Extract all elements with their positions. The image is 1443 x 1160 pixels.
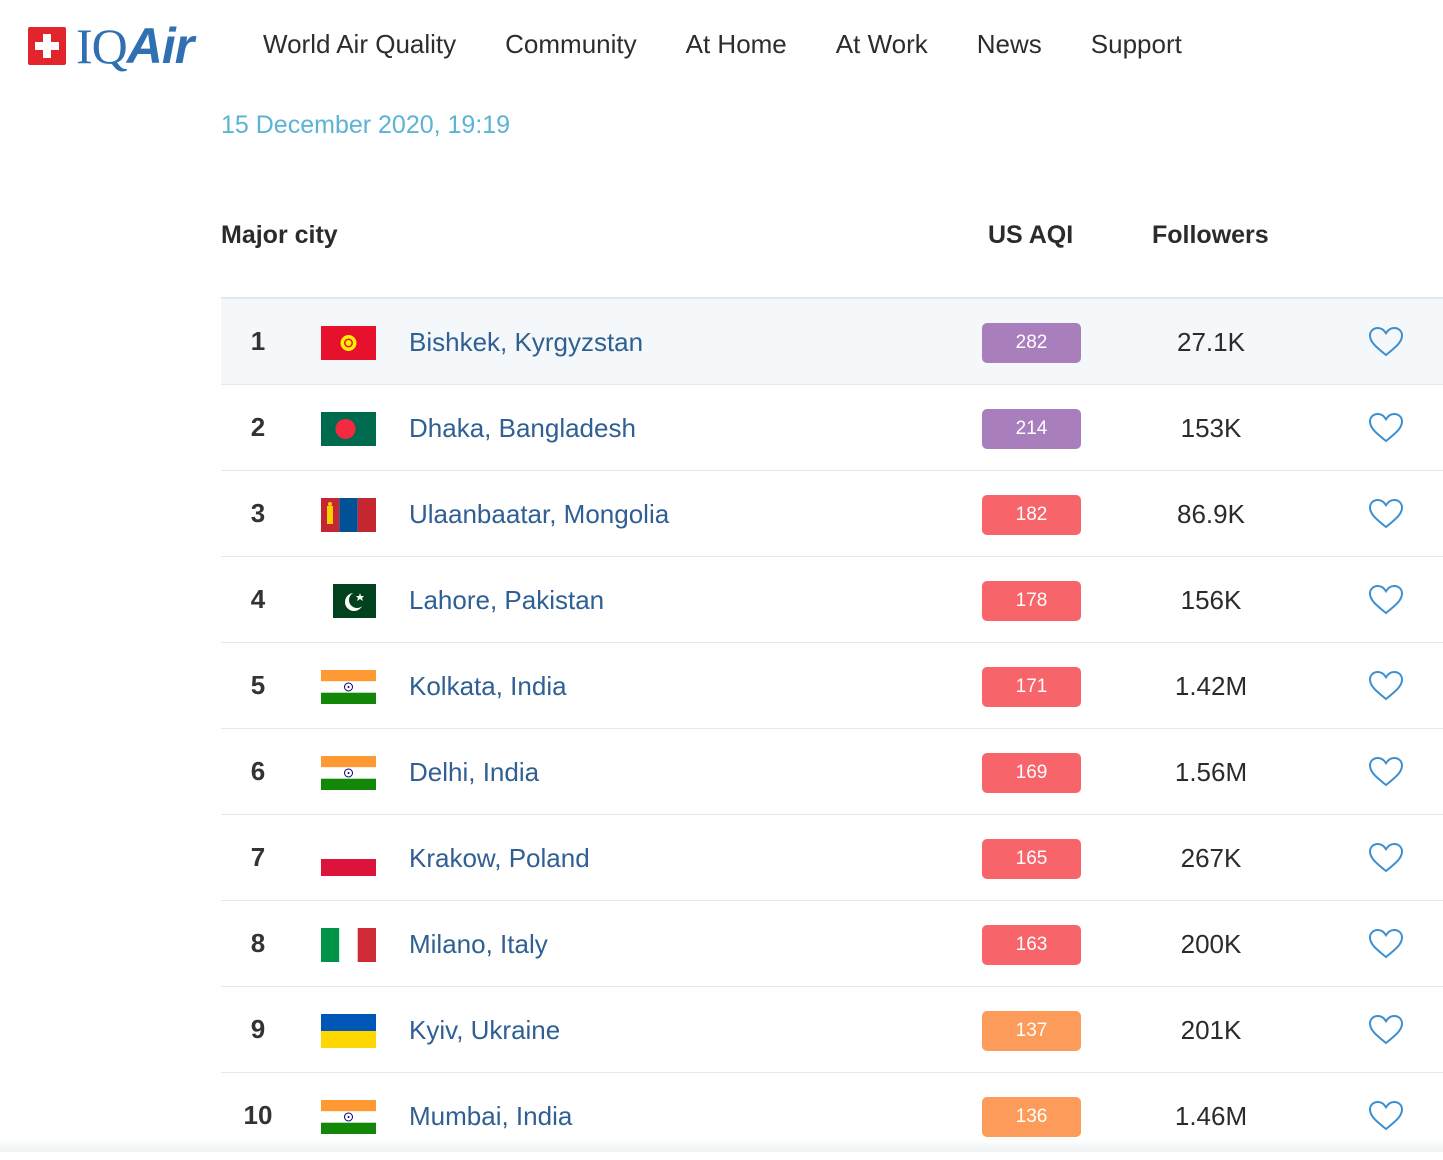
followers-count: 86.9K [1177,499,1245,529]
heart-icon[interactable] [1368,1100,1404,1132]
nav-world-air-quality[interactable]: World Air Quality [263,26,456,62]
aqi-badge: 169 [982,753,1081,793]
table-row[interactable]: 9 Kyiv, Ukraine 137 201K [221,986,1443,1072]
aqi-badge: 214 [982,409,1081,449]
table-row[interactable]: 6 Delhi, India 169 1.56M [221,728,1443,814]
heart-icon[interactable] [1368,670,1404,702]
followers-count: 267K [1180,843,1242,873]
table-row[interactable]: 5 Kolkata, India 171 1.42M [221,642,1443,728]
swiss-flag-icon [28,27,66,65]
heart-icon[interactable] [1368,326,1404,358]
followers-count: 201K [1180,1015,1242,1045]
mongolia-flag [321,498,376,532]
india-flag [321,670,376,704]
city-link[interactable]: Krakow, Poland [409,815,590,902]
bottom-shadow [0,1138,1443,1152]
followers-count: 1.42M [1174,671,1248,701]
poland-flag [321,842,376,876]
nav-at-work[interactable]: At Work [836,26,928,62]
rank-number: 4 [250,584,266,614]
city-link[interactable]: Lahore, Pakistan [409,557,604,644]
aqi-badge: 137 [982,1011,1081,1051]
city-link[interactable]: Kyiv, Ukraine [409,987,560,1074]
followers-count: 1.56M [1174,757,1248,787]
bangladesh-flag [321,412,376,446]
city-link[interactable]: Milano, Italy [409,901,548,988]
city-link[interactable]: Ulaanbaatar, Mongolia [409,471,669,558]
rank-number: 5 [250,670,266,700]
header-followers: Followers [1152,221,1269,249]
italy-flag [321,928,376,962]
aqi-badge: 165 [982,839,1081,879]
city-ranking-table: 1 Bishkek, Kyrgyzstan 282 27.1K 2 Dhaka, Bang… [221,297,1443,1158]
followers-count: 200K [1180,929,1242,959]
india-flag [321,756,376,790]
city-link[interactable]: Dhaka, Bangladesh [409,385,636,472]
india-flag [321,1100,376,1134]
rank-number: 7 [250,842,266,872]
iqair-logo[interactable]: IQAir [28,18,194,74]
header-major-city: Major city [221,221,338,249]
heart-icon[interactable] [1368,756,1404,788]
nav-news[interactable]: News [977,26,1042,62]
timestamp: 15 December 2020, 19:19 [221,111,511,139]
logo-wordmark: IQAir [76,18,194,74]
rank-number: 1 [250,326,266,356]
header-us-aqi: US AQI [988,221,1074,249]
followers-count: 27.1K [1177,327,1245,357]
city-link[interactable]: Delhi, India [409,729,539,816]
rank-number: 9 [250,1014,266,1044]
heart-icon[interactable] [1368,842,1404,874]
main-nav: World Air Quality Community At Home At W… [263,26,1231,62]
table-row[interactable]: 3 Ulaanbaatar, Mongolia 182 86.9K [221,470,1443,556]
heart-icon[interactable] [1368,928,1404,960]
aqi-badge: 182 [982,495,1081,535]
table-row[interactable]: 4 Lahore, Pakistan 178 156K [221,556,1443,642]
nav-community[interactable]: Community [505,26,636,62]
aqi-badge: 136 [982,1097,1081,1137]
rank-number: 6 [250,756,266,786]
table-row[interactable]: 2 Dhaka, Bangladesh 214 153K [221,384,1443,470]
ukraine-flag [321,1014,376,1048]
table-row[interactable]: 1 Bishkek, Kyrgyzstan 282 27.1K [221,297,1443,384]
city-link[interactable]: Bishkek, Kyrgyzstan [409,299,643,386]
rank-number: 3 [250,498,266,528]
table-row[interactable]: 7 Krakow, Poland 165 267K [221,814,1443,900]
aqi-badge: 178 [982,581,1081,621]
heart-icon[interactable] [1368,498,1404,530]
aqi-badge: 163 [982,925,1081,965]
nav-at-home[interactable]: At Home [686,26,787,62]
heart-icon[interactable] [1368,412,1404,444]
heart-icon[interactable] [1368,584,1404,616]
rank-number: 2 [250,412,266,442]
aqi-badge: 171 [982,667,1081,707]
kyrgyzstan-flag [321,326,376,360]
city-link[interactable]: Kolkata, India [409,643,567,730]
table-row[interactable]: 8 Milano, Italy 163 200K [221,900,1443,986]
heart-icon[interactable] [1368,1014,1404,1046]
aqi-badge: 282 [982,323,1081,363]
nav-support[interactable]: Support [1091,26,1182,62]
followers-count: 153K [1180,413,1242,443]
rank-number: 8 [250,928,266,958]
pakistan-flag [321,584,376,618]
followers-count: 156K [1180,585,1242,615]
